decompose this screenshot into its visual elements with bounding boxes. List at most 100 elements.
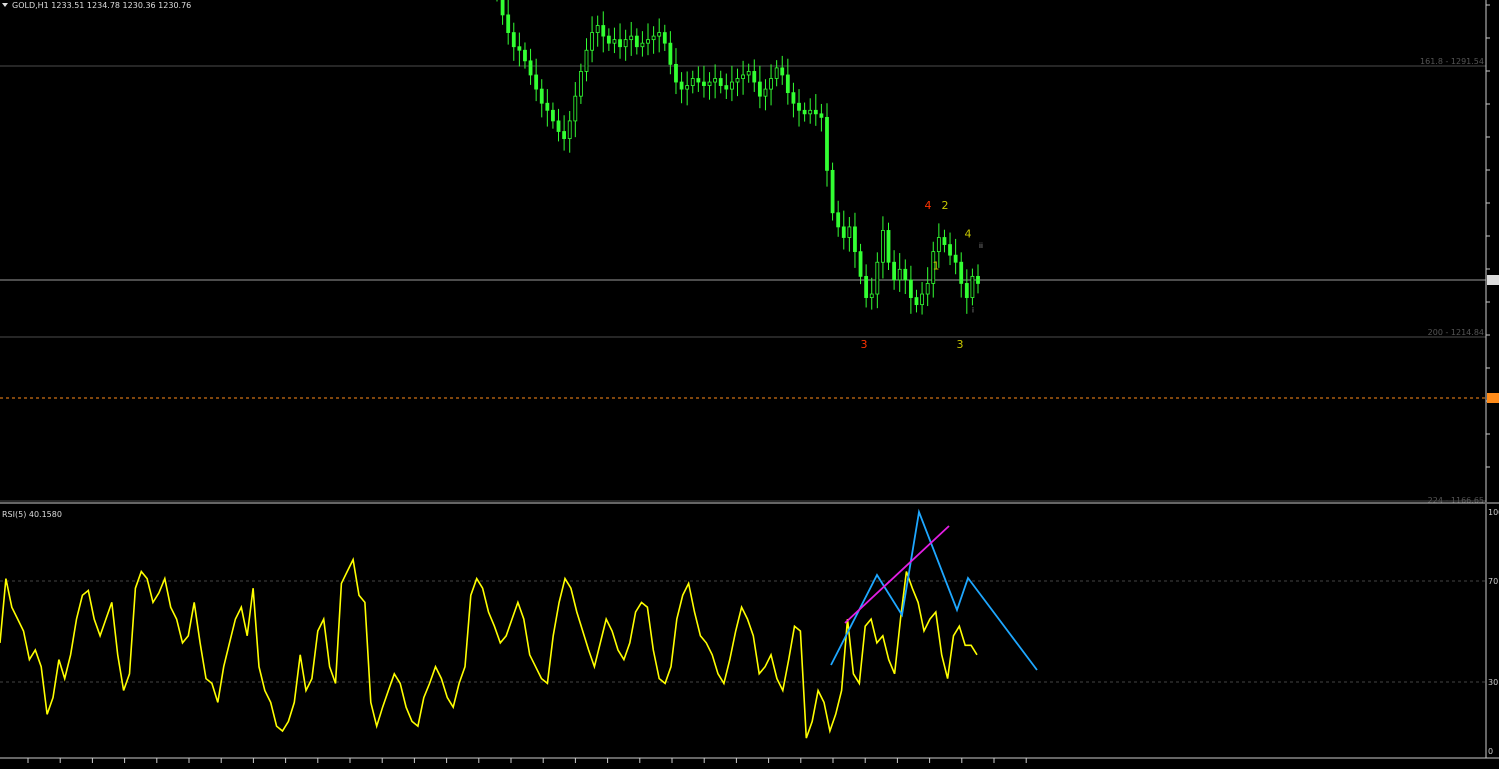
candle-body — [523, 49, 527, 62]
symbol-header: GOLD,H1 1233.51 1234.78 1230.36 1230.76 — [2, 1, 191, 10]
candle-body — [791, 92, 796, 104]
candle-body — [618, 39, 622, 48]
candle-body — [858, 251, 863, 277]
candle-body — [595, 25, 600, 33]
candle-body — [914, 297, 919, 306]
candle-body — [556, 120, 561, 132]
wave-label-4: 4 — [925, 199, 932, 212]
candle-body — [763, 88, 768, 97]
candle-body — [869, 293, 874, 298]
rsi-tick-70: 70 — [1488, 577, 1498, 586]
wave-label-4: 4 — [965, 228, 972, 241]
candle-body — [892, 261, 897, 281]
fib-label-161: 161.8 - 1291.54 — [1420, 57, 1484, 66]
candle-body — [634, 35, 639, 48]
fib-label-224: 224 - 1166.65 — [1428, 496, 1484, 505]
candle-body — [881, 230, 885, 263]
wave-label-3: 3 — [861, 338, 868, 351]
candle-body — [578, 71, 583, 97]
candle-body — [847, 226, 852, 238]
candle-body — [948, 244, 952, 256]
candle-body — [819, 113, 824, 118]
candle-body — [690, 78, 695, 86]
candle-body — [746, 71, 751, 76]
candle-body — [662, 32, 667, 44]
price-panel: 161.8 - 1291.54 200 - 1214.84 224 - 1166… — [0, 0, 1486, 505]
candle-body — [629, 35, 634, 41]
candle-body — [562, 131, 567, 139]
candle-body — [551, 109, 555, 122]
candle-body — [802, 109, 807, 115]
candle-body — [657, 32, 662, 37]
fib-label-200: 200 - 1214.84 — [1428, 328, 1484, 337]
chart-svg: 161.8 - 1291.54 200 - 1214.84 224 - 1166… — [0, 0, 1499, 763]
candle-body — [612, 39, 617, 44]
candle-body — [567, 120, 572, 139]
candle-body — [718, 78, 723, 86]
candle-body — [606, 35, 611, 44]
rsi-tick-0: 0 — [1488, 747, 1493, 756]
candle-body — [713, 78, 718, 83]
wave-label-i: i — [972, 307, 974, 315]
candle-body — [517, 46, 522, 51]
candle-body — [970, 275, 975, 298]
candle-body — [964, 283, 969, 298]
candle-body — [752, 71, 757, 83]
orange-price-marker — [1487, 393, 1499, 403]
candle-body — [679, 81, 684, 90]
candle-body — [506, 14, 511, 33]
candle-body — [573, 95, 578, 122]
candle-body — [735, 78, 740, 83]
candle-body — [853, 226, 857, 253]
candle-body — [623, 39, 628, 48]
candle-body — [674, 63, 678, 83]
candle-body — [601, 25, 606, 37]
candle-body — [528, 60, 533, 76]
candle-body — [925, 283, 930, 295]
candle-body — [668, 42, 673, 65]
wave-label-ii: ii — [979, 242, 983, 250]
candle-body — [936, 237, 941, 253]
candle-body — [976, 275, 980, 284]
candle-body — [757, 81, 762, 97]
current-price-marker — [1487, 275, 1499, 285]
time-axis-ticks — [27, 758, 1027, 763]
rsi-tick-100: 100 — [1488, 508, 1499, 517]
candle-body — [646, 39, 650, 44]
candle-body — [808, 109, 813, 115]
symbol-label: GOLD,H1 1233.51 1234.78 1230.36 1230.76 — [12, 1, 191, 10]
candle-body — [959, 261, 964, 284]
candle-body — [897, 268, 902, 281]
candle-body — [825, 116, 829, 171]
candle-body — [875, 261, 880, 295]
candle-body — [696, 78, 701, 83]
candle-body — [886, 230, 891, 263]
candle-body — [590, 32, 594, 51]
candle-body — [903, 268, 908, 281]
candle-body — [942, 237, 947, 245]
rsi-tick-30: 30 — [1488, 678, 1498, 687]
wave-label-1: 1 — [933, 259, 940, 272]
candle-body — [651, 35, 656, 41]
candle-body — [724, 85, 729, 90]
chart-area: 161.8 - 1291.54 200 - 1214.84 224 - 1166… — [0, 0, 1499, 765]
candle-body — [511, 32, 516, 48]
candle-body — [500, 0, 505, 16]
candle-body — [841, 226, 846, 238]
candle-body — [702, 81, 706, 86]
candle-body — [534, 74, 539, 90]
candle-body — [685, 85, 690, 90]
candle-body — [640, 42, 645, 48]
candle-body — [741, 74, 745, 79]
price-axis — [1485, 0, 1499, 502]
rsi-panel: 100 70 30 0 RSI(5) 40.1580 — [0, 504, 1499, 758]
candle-body — [908, 279, 913, 298]
rsi-zigzag-blue — [830, 508, 1038, 671]
candle-body — [774, 67, 779, 79]
candle-body — [813, 109, 818, 115]
candle-body — [730, 81, 734, 90]
candle-body — [785, 74, 790, 94]
candle-body — [539, 88, 544, 104]
candle-body — [780, 67, 785, 76]
candle-body — [836, 212, 841, 228]
